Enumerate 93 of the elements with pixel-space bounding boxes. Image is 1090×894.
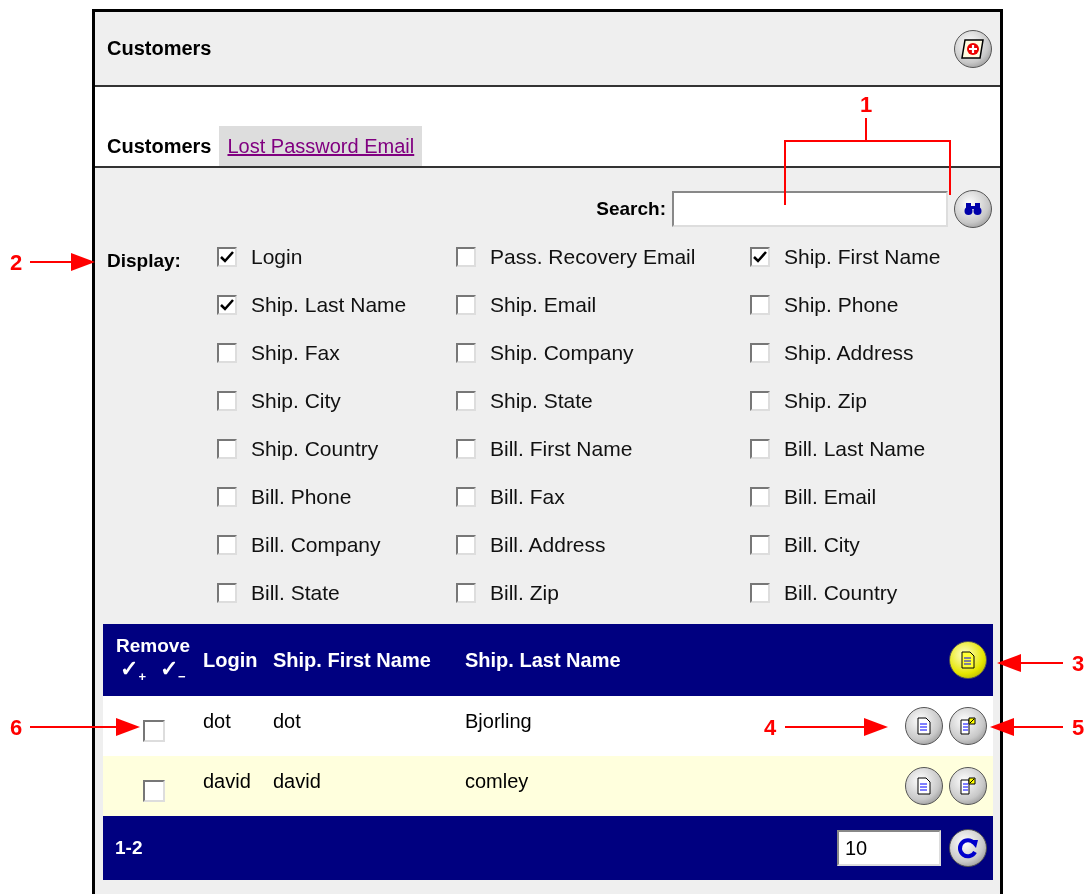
checkbox[interactable] (217, 439, 237, 459)
callout-arrow (29, 253, 95, 271)
callout-arrow (997, 654, 1064, 672)
page-size-field[interactable]: 10 (837, 830, 941, 866)
checkbox[interactable] (456, 535, 476, 555)
checkbox-label: Login (251, 245, 303, 269)
checkbox-label: Bill. Company (251, 533, 381, 557)
checkbox[interactable] (217, 391, 237, 411)
checkbox[interactable] (750, 583, 770, 603)
checkbox[interactable] (217, 583, 237, 603)
checkbox-label: Ship. Last Name (251, 293, 407, 317)
add-button[interactable] (954, 29, 992, 68)
callout-number: 6 (9, 715, 23, 740)
search-button[interactable] (954, 190, 992, 228)
checkbox[interactable] (456, 247, 476, 267)
callout-number: 2 (9, 250, 23, 275)
table-cell-text: david (273, 769, 321, 793)
checkbox-label: Bill. State (251, 581, 340, 605)
checkbox-label: Ship. State (490, 389, 593, 413)
checkbox[interactable] (456, 487, 476, 507)
checkbox[interactable] (456, 343, 476, 363)
callout-number: 1 (859, 92, 873, 117)
checkbox[interactable] (217, 487, 237, 507)
search-field[interactable] (672, 191, 948, 227)
checkbox-label: Bill. Last Name (784, 437, 926, 461)
checkbox-label: Bill. Country (784, 581, 898, 605)
checkbox[interactable] (750, 487, 770, 507)
checkbox-label: Ship. Phone (784, 293, 899, 317)
view-button[interactable] (905, 767, 943, 805)
checkbox[interactable] (750, 391, 770, 411)
document-icon (917, 777, 931, 795)
column-header: Remove (116, 635, 190, 656)
panel-title: Customers (107, 37, 212, 60)
binoculars-icon (964, 202, 982, 216)
checkbox-label: Ship. Company (490, 341, 634, 365)
checkbox-label: Ship. First Name (784, 245, 941, 269)
checkbox[interactable] (750, 535, 770, 555)
checkbox[interactable] (217, 343, 237, 363)
uncheck-all-button[interactable]: ✓$_{−}$ (160, 655, 186, 685)
checkbox[interactable] (456, 439, 476, 459)
checkbox[interactable] (217, 247, 237, 267)
search-label: Search: (596, 198, 666, 220)
display-label: Display: (107, 249, 182, 273)
checkbox[interactable] (750, 343, 770, 363)
table-cell-text: dot (203, 709, 231, 733)
new-record-button[interactable] (949, 641, 987, 679)
checkbox-label: Ship. Address (784, 341, 914, 365)
table-cell-text: david (203, 769, 251, 793)
checkbox[interactable] (143, 720, 165, 742)
checkbox[interactable] (456, 295, 476, 315)
checkbox-label: Bill. Fax (490, 485, 565, 509)
checkbox-label: Bill. Email (784, 485, 877, 509)
checkbox[interactable] (750, 295, 770, 315)
checkbox-label: Bill. Phone (251, 485, 352, 509)
check-all-button[interactable]: ✓$_{+}$ (120, 655, 146, 685)
checkbox-label: Bill. Zip (490, 581, 559, 605)
view-button[interactable] (905, 707, 943, 745)
edit-button[interactable] (949, 707, 987, 745)
checkbox[interactable] (456, 583, 476, 603)
checkbox[interactable] (217, 535, 237, 555)
checkbox[interactable] (750, 247, 770, 267)
column-header: Login (203, 648, 259, 672)
checkbox-label: Ship. Country (251, 437, 379, 461)
checkbox-label: Bill. First Name (490, 437, 633, 461)
checkbox-label: Ship. Zip (784, 389, 867, 413)
checkbox-label: Pass. Recovery Email (490, 245, 696, 269)
checkbox[interactable] (143, 780, 165, 802)
checkbox[interactable] (456, 391, 476, 411)
document-icon (917, 717, 931, 735)
checkbox-label: Bill. Address (490, 533, 606, 557)
table-cell-text: dot (273, 709, 301, 733)
checkbox-label: Ship. City (251, 389, 341, 413)
edit-document-icon (960, 777, 976, 795)
checkbox-label: Bill. City (784, 533, 860, 557)
refresh-button[interactable] (949, 829, 987, 867)
tab[interactable]: Lost Password Email (219, 126, 423, 166)
record-range: 1-2 (115, 837, 144, 859)
callout-number: 4 (763, 715, 777, 740)
checkbox[interactable] (750, 439, 770, 459)
checkbox[interactable] (217, 295, 237, 315)
column-header: Ship. First Name (273, 648, 432, 672)
checkbox-label: Ship. Email (490, 293, 597, 317)
refresh-icon (957, 837, 979, 859)
edit-document-icon (960, 717, 976, 735)
map-plus-icon (960, 36, 986, 61)
callout-number: 5 (1071, 715, 1085, 740)
edit-button[interactable] (949, 767, 987, 805)
table-cell-text: Bjorling (465, 709, 532, 733)
document-icon (961, 651, 975, 669)
column-header: Ship. Last Name (465, 648, 622, 672)
callout-number: 3 (1071, 651, 1085, 676)
table-cell-text: comley (465, 769, 529, 793)
checkbox-label: Ship. Fax (251, 341, 340, 365)
